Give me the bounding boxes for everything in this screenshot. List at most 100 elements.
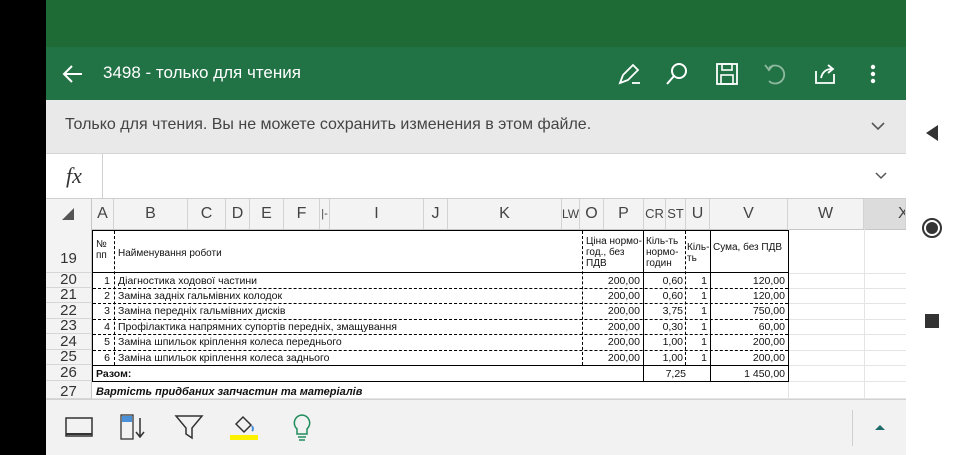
row-header-25[interactable]: 25 (46, 349, 92, 365)
header-num[interactable]: № пп (96, 239, 114, 269)
total-sum[interactable]: 1 450,00 (713, 368, 785, 380)
cell-num[interactable]: 4 (96, 321, 110, 333)
expand-up-icon[interactable] (863, 410, 897, 444)
nav-back-icon[interactable] (924, 124, 940, 142)
col-header-x[interactable]: X (864, 199, 906, 229)
col-header-d[interactable]: D (226, 199, 250, 229)
row-header-19[interactable]: 19 (46, 229, 92, 273)
col-header-b[interactable]: B (114, 199, 188, 229)
cell-sum[interactable]: 200,00 (713, 352, 785, 364)
cell-num[interactable]: 1 (96, 275, 110, 287)
cell-price[interactable]: 200,00 (584, 290, 640, 302)
header-name[interactable]: Найменування роботи (118, 248, 318, 259)
cell-name[interactable]: Заміна шпильок кріплення колеса передньо… (118, 336, 580, 348)
back-arrow-icon[interactable] (60, 61, 86, 87)
col-header-gh[interactable]: |- (320, 199, 330, 229)
cell-qty[interactable]: 1 (687, 352, 707, 364)
col-header-u[interactable]: U (686, 199, 710, 229)
draw-pen-icon[interactable] (614, 59, 644, 89)
table-border-left (92, 230, 93, 381)
document-title: 3498 - только для чтения (103, 63, 301, 82)
col-header-f[interactable]: F (284, 199, 320, 229)
fill-color-icon[interactable] (227, 410, 261, 444)
row-header-21[interactable]: 21 (46, 287, 92, 303)
lightbulb-icon[interactable] (285, 410, 319, 444)
header-hours[interactable]: Кіль-ть нормо-годин (646, 236, 686, 272)
col-header-c[interactable]: C (188, 199, 226, 229)
col-header-i[interactable]: I (330, 199, 424, 229)
parts-label[interactable]: Вартість придбаних запчастин та матеріал… (96, 386, 362, 398)
nav-home-icon[interactable] (921, 217, 943, 239)
cell-sum[interactable]: 120,00 (713, 290, 785, 302)
cell-price[interactable]: 200,00 (584, 275, 640, 287)
cell-qty[interactable]: 1 (687, 305, 707, 317)
search-icon[interactable] (662, 59, 692, 89)
cell-hours[interactable]: 0,60 (646, 275, 683, 287)
dashed-divider (93, 303, 788, 304)
cell-price[interactable]: 200,00 (584, 336, 640, 348)
cell-name[interactable]: Заміна задніх гальмівних колодок (118, 290, 580, 302)
col-header-j[interactable]: J (424, 199, 448, 229)
cell-qty[interactable]: 1 (687, 336, 707, 348)
cell-hours[interactable]: 0,60 (646, 290, 683, 302)
spreadsheet-grid[interactable]: A B C D E F |- I J K LW O P CR ST U V W … (46, 199, 906, 399)
cell-hours[interactable]: 0,30 (646, 321, 683, 333)
row-header-23[interactable]: 23 (46, 318, 92, 334)
dashed-divider (93, 334, 788, 335)
dashed-divider (582, 231, 583, 365)
cell-num[interactable]: 5 (96, 336, 110, 348)
cell-num[interactable]: 2 (96, 290, 110, 302)
freeze-panes-icon[interactable] (62, 410, 96, 444)
col-header-a[interactable]: A (92, 199, 114, 229)
total-hours[interactable]: 7,25 (646, 368, 686, 380)
col-header-e[interactable]: E (250, 199, 284, 229)
col-header-w[interactable]: W (788, 199, 864, 229)
save-icon[interactable] (712, 59, 742, 89)
undo-icon[interactable] (760, 59, 790, 89)
cell-qty[interactable]: 1 (687, 290, 707, 302)
share-icon[interactable] (810, 59, 840, 89)
sort-icon[interactable] (116, 410, 150, 444)
dashed-divider (114, 231, 115, 365)
row-header-26[interactable]: 26 (46, 365, 92, 381)
col-header-qr[interactable]: CR (644, 199, 666, 229)
select-all-corner[interactable] (46, 199, 92, 229)
cell-price[interactable]: 200,00 (584, 352, 640, 364)
cell-qty[interactable]: 1 (687, 321, 707, 333)
cell-hours[interactable]: 1,00 (646, 352, 683, 364)
formula-bar[interactable]: fx (46, 154, 906, 199)
col-header-st[interactable]: ST (666, 199, 686, 229)
nav-recents-icon[interactable] (925, 314, 939, 328)
header-sum[interactable]: Сума, без ПДВ (713, 242, 783, 272)
cell-name[interactable]: Діагностика ходової частини (118, 275, 580, 287)
col-header-k[interactable]: K (448, 199, 562, 229)
cell-name[interactable]: Заміна шпильок кріплення колеса заднього (118, 352, 580, 364)
cell-qty[interactable]: 1 (687, 275, 707, 287)
cell-sum[interactable]: 120,00 (713, 275, 785, 287)
header-qty[interactable]: Кіль-ть (687, 242, 710, 272)
cell-num[interactable]: 6 (96, 352, 110, 364)
more-vert-icon[interactable] (858, 59, 888, 89)
gridline (788, 365, 906, 366)
col-header-v[interactable]: V (710, 199, 788, 229)
cell-sum[interactable]: 60,00 (713, 321, 785, 333)
cell-hours[interactable]: 3,75 (646, 305, 683, 317)
cell-sum[interactable]: 200,00 (713, 336, 785, 348)
col-header-o[interactable]: O (580, 199, 604, 229)
row-header-27[interactable]: 27 (46, 381, 92, 399)
filter-icon[interactable] (172, 410, 206, 444)
chevron-down-icon[interactable] (870, 118, 886, 134)
cell-name[interactable]: Заміна передніх гальмівних дисків (118, 305, 580, 317)
bottom-toolbar (46, 399, 906, 455)
chevron-down-icon[interactable] (874, 169, 888, 183)
cell-name[interactable]: Профілактика напрямних супортів передніх… (118, 321, 580, 333)
total-label[interactable]: Разом: (96, 368, 131, 380)
header-price[interactable]: Ціна нормо-год., без ПДВ (586, 236, 642, 272)
cell-price[interactable]: 200,00 (584, 321, 640, 333)
cell-price[interactable]: 200,00 (584, 305, 640, 317)
col-header-lmn[interactable]: LW (562, 199, 580, 229)
cell-hours[interactable]: 1,00 (646, 336, 683, 348)
cell-sum[interactable]: 750,00 (713, 305, 785, 317)
col-header-p[interactable]: P (604, 199, 644, 229)
cell-num[interactable]: 3 (96, 305, 110, 317)
